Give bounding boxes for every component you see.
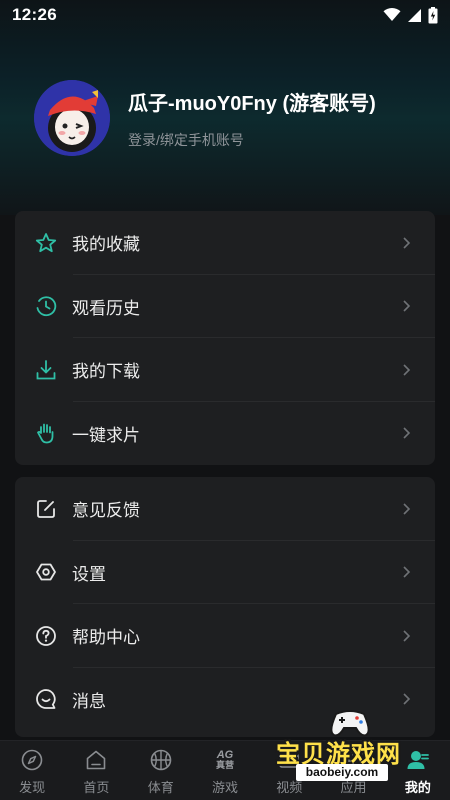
message-icon <box>35 688 57 710</box>
menu-item-messages[interactable]: 消息 <box>15 668 435 732</box>
nav-tab-discover[interactable]: 发现 <box>0 741 64 800</box>
menu-item-label: 帮助中心 <box>72 628 140 648</box>
menu-item-help-center[interactable]: 帮助中心 <box>15 604 435 668</box>
menu-item-feedback[interactable]: 意见反馈 <box>15 477 435 541</box>
status-time: 12:26 <box>12 5 57 24</box>
wifi-icon <box>383 8 401 21</box>
avatar[interactable] <box>34 80 110 156</box>
menu-item-label: 消息 <box>72 691 106 711</box>
apps-icon <box>342 748 366 772</box>
chevron-right-icon <box>403 427 411 439</box>
nav-tab-home[interactable]: 首页 <box>64 741 128 800</box>
nav-tab-label: 发现 <box>19 780 46 795</box>
menu-item-settings[interactable]: 设置 <box>15 541 435 605</box>
nav-tab-games[interactable]: AG 真营 游戏 <box>193 741 257 800</box>
chevron-right-icon <box>403 300 411 312</box>
help-icon <box>35 625 57 647</box>
video-icon <box>277 748 301 772</box>
chevron-right-icon <box>403 237 411 249</box>
menu-item-label: 意见反馈 <box>72 501 140 521</box>
nav-tab-video[interactable]: 视频 <box>257 741 321 800</box>
settings-hexagon-icon <box>35 561 57 583</box>
bottom-navigation: 发现 首页 体育 AG 真营 游戏 视频 应用 我的 <box>0 740 450 800</box>
nav-tab-label: 体育 <box>147 780 174 795</box>
history-clock-icon <box>35 295 57 317</box>
signal-icon <box>408 8 421 22</box>
menu-item-favorites[interactable]: 我的收藏 <box>15 211 435 275</box>
battery-icon <box>428 6 438 23</box>
menu-item-label: 我的下载 <box>72 362 140 382</box>
nav-tab-label: 首页 <box>83 780 110 795</box>
chevron-right-icon <box>403 693 411 705</box>
compass-icon <box>20 748 44 772</box>
nav-tab-label: 应用 <box>340 780 367 795</box>
chevron-right-icon <box>403 566 411 578</box>
hand-icon <box>35 422 57 444</box>
avatar-cartoon-icon <box>34 80 110 156</box>
nav-tab-apps[interactable]: 应用 <box>321 741 385 800</box>
nav-tab-label: 我的 <box>404 780 431 795</box>
nav-tab-sports[interactable]: 体育 <box>129 741 193 800</box>
ag-icon-bottom-text: 真营 <box>215 760 234 770</box>
menu-card-secondary: 意见反馈 设置 帮助中心 消息 <box>15 477 435 737</box>
profile-section[interactable]: 瓜子-muoY0Fny (游客账号) 登录/绑定手机账号 <box>34 80 376 156</box>
menu-item-label: 设置 <box>72 564 106 584</box>
star-icon <box>35 232 57 254</box>
chevron-right-icon <box>403 503 411 515</box>
menu-item-history[interactable]: 观看历史 <box>15 275 435 339</box>
ag-game-icon: AG 真营 <box>213 748 237 772</box>
username: 瓜子-muoY0Fny (游客账号) <box>128 92 376 115</box>
menu-card-primary: 我的收藏 观看历史 我的下载 一键求片 <box>15 211 435 465</box>
chevron-right-icon <box>403 364 411 376</box>
basketball-icon <box>149 748 173 772</box>
menu-item-label: 观看历史 <box>72 298 140 318</box>
menu-item-request-film[interactable]: 一键求片 <box>15 402 435 466</box>
nav-tab-label: 视频 <box>276 780 303 795</box>
status-bar: 12:26 <box>0 0 450 30</box>
login-bind-phone-link[interactable]: 登录/绑定手机账号 <box>128 130 376 150</box>
menu-item-downloads[interactable]: 我的下载 <box>15 338 435 402</box>
profile-icon <box>406 748 430 772</box>
menu-item-label: 我的收藏 <box>72 235 140 255</box>
home-icon <box>84 748 108 772</box>
nav-tab-mine[interactable]: 我的 <box>386 741 450 800</box>
chevron-right-icon <box>403 630 411 642</box>
feedback-edit-icon <box>35 498 57 520</box>
nav-tab-label: 游戏 <box>211 780 238 795</box>
download-icon <box>35 359 57 381</box>
status-icons <box>383 6 438 24</box>
menu-item-label: 一键求片 <box>72 425 140 445</box>
